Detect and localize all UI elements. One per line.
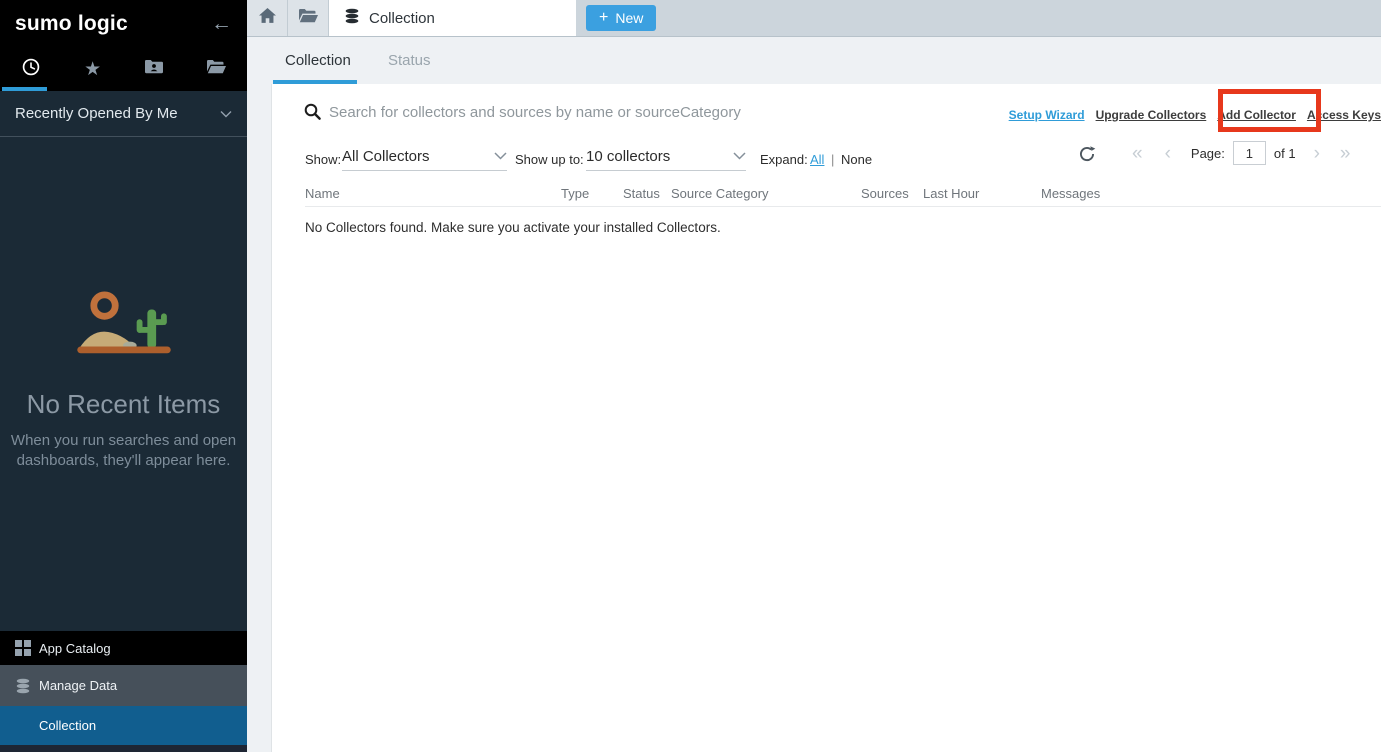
app-grid-icon	[15, 640, 32, 656]
column-header-last-hour[interactable]: Last Hour	[923, 186, 979, 201]
recents-tab[interactable]	[0, 47, 62, 91]
home-button[interactable]	[247, 0, 288, 36]
sumo-logic-logo: sumo logic	[15, 12, 128, 36]
column-header-type[interactable]: Type	[561, 186, 589, 201]
desert-illustration	[65, 351, 183, 368]
page-of-label: of 1	[1274, 146, 1296, 161]
no-recent-items-description: When you run searches and open dashboard…	[0, 431, 247, 471]
sidebar-nav-tabs: ★	[0, 47, 247, 91]
library-tab[interactable]	[185, 47, 247, 91]
no-recent-items-title: No Recent Items	[0, 389, 247, 420]
database-icon	[344, 8, 360, 28]
column-header-name[interactable]: Name	[305, 186, 340, 201]
column-header-messages[interactable]: Messages	[1041, 186, 1100, 201]
add-collector-link[interactable]: Add Collector	[1217, 108, 1296, 122]
column-header-sources[interactable]: Sources	[861, 186, 909, 201]
recent-filter-dropdown[interactable]: Recently Opened By Me	[0, 91, 247, 137]
first-page-button[interactable]: «	[1132, 144, 1143, 163]
sidebar-item-manage-data[interactable]: Manage Data	[0, 665, 247, 706]
subtab-status[interactable]: Status	[388, 37, 431, 80]
shared-content-tab[interactable]	[124, 47, 186, 91]
expand-all-link[interactable]: All	[810, 152, 824, 167]
access-keys-link[interactable]: Access Keys	[1307, 108, 1381, 122]
star-icon: ★	[84, 58, 101, 81]
sidebar-bottom-spacer	[0, 745, 247, 752]
action-links: Setup Wizard Upgrade Collectors Add Coll…	[1009, 108, 1381, 122]
open-folder-icon	[299, 8, 318, 28]
open-folder-icon	[207, 59, 226, 79]
sidebar-bottom-menu: App Catalog Manage Data Collection	[0, 631, 247, 752]
chevron-down-icon	[494, 147, 507, 165]
subtab-collection[interactable]: Collection	[285, 37, 351, 80]
sidebar-item-app-catalog[interactable]: App Catalog	[0, 631, 247, 665]
prev-page-button[interactable]: ‹	[1165, 144, 1171, 163]
table-header-divider	[305, 206, 1381, 207]
column-header-source-category[interactable]: Source Category	[671, 186, 769, 201]
home-icon	[259, 8, 276, 29]
main-area: Collection + New Collection Status Setup…	[247, 0, 1381, 752]
upgrade-collectors-link[interactable]: Upgrade Collectors	[1096, 108, 1207, 122]
table-header-row: Name Type Status Source Category Sources…	[272, 186, 1381, 206]
show-dropdown[interactable]: All Collectors	[342, 144, 507, 171]
empty-collectors-message: No Collectors found. Make sure you activ…	[305, 220, 721, 235]
refresh-icon	[1078, 145, 1096, 163]
chevron-down-icon	[733, 147, 746, 165]
tab-label: Collection	[369, 10, 435, 27]
sidebar-item-collection[interactable]: Collection	[0, 706, 247, 745]
refresh-button[interactable]	[1078, 145, 1096, 163]
tab-collection[interactable]: Collection	[329, 0, 576, 36]
last-page-button[interactable]: »	[1340, 144, 1351, 163]
collection-panel: Setup Wizard Upgrade Collectors Add Coll…	[271, 84, 1381, 752]
page-number-input[interactable]	[1233, 141, 1266, 165]
column-header-status[interactable]: Status	[623, 186, 660, 201]
next-page-button[interactable]: ›	[1314, 144, 1320, 163]
sidebar-empty-state: No Recent Items When you run searches an…	[0, 290, 247, 471]
sidebar: sumo logic ← ★	[0, 0, 247, 752]
collapse-sidebar-icon[interactable]: ←	[211, 13, 232, 34]
plus-icon: +	[599, 10, 608, 26]
list-controls: Show: All Collectors Show up to: 10 coll…	[305, 143, 925, 171]
expand-label: Expand:	[760, 152, 808, 167]
search-input[interactable]	[329, 99, 949, 125]
subtab-bar: Collection Status	[247, 37, 1381, 84]
expand-none-link[interactable]: None	[841, 152, 872, 167]
folder-user-icon	[145, 59, 163, 79]
page-label: Page:	[1191, 146, 1225, 161]
setup-wizard-link[interactable]: Setup Wizard	[1009, 108, 1085, 122]
expand-separator: |	[831, 152, 834, 167]
chevron-down-icon	[220, 105, 232, 122]
top-tab-bar: Collection + New	[247, 0, 1381, 37]
show-up-to-label: Show up to:	[515, 152, 584, 167]
database-icon	[15, 678, 32, 694]
pagination: « ‹ Page: of 1 › »	[1132, 141, 1350, 165]
favorites-tab[interactable]: ★	[62, 47, 124, 91]
search-icon	[303, 102, 322, 126]
library-button[interactable]	[288, 0, 329, 36]
show-up-to-dropdown[interactable]: 10 collectors	[586, 144, 746, 171]
show-label: Show:	[305, 152, 341, 167]
sidebar-header: sumo logic ← ★	[0, 0, 247, 91]
active-nav-underline	[2, 87, 47, 91]
clock-icon	[22, 58, 40, 81]
recent-filter-label: Recently Opened By Me	[15, 105, 178, 122]
new-button[interactable]: + New	[586, 5, 656, 31]
